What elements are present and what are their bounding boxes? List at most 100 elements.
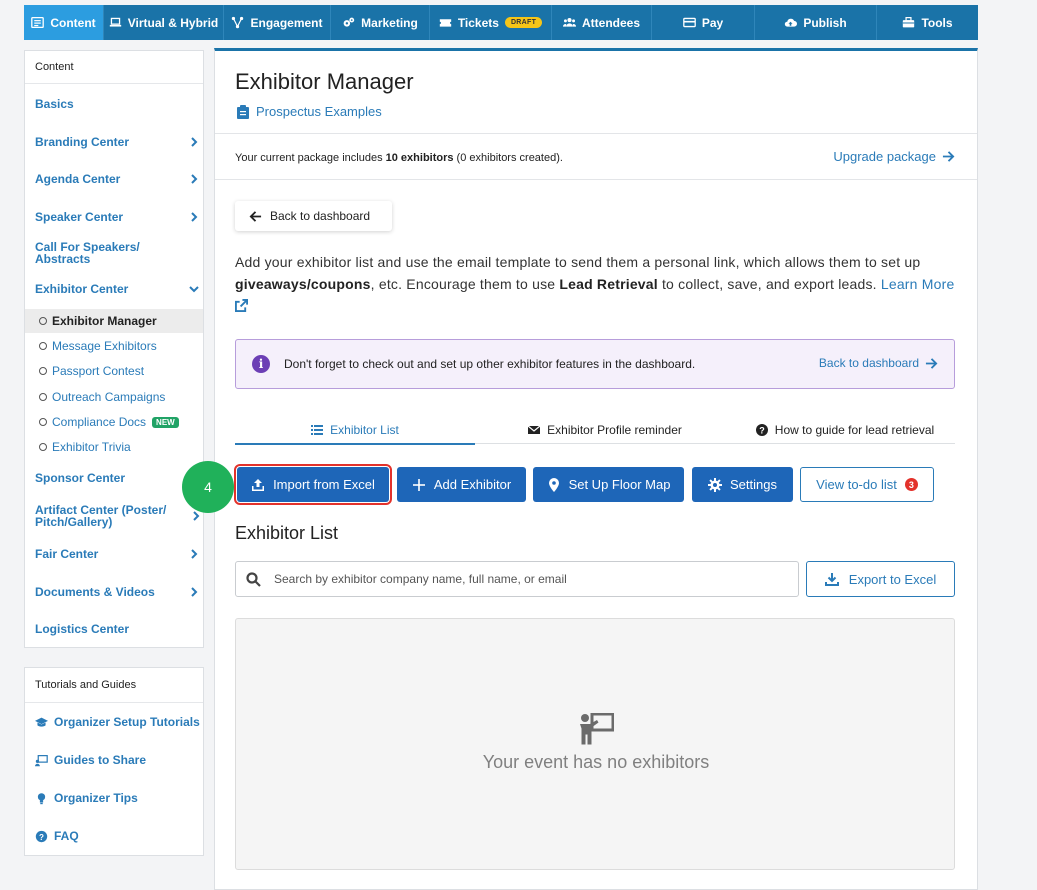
package-count: 10 exhibitors bbox=[385, 152, 454, 164]
nav-virtual-hybrid[interactable]: Virtual & Hybrid bbox=[104, 5, 224, 40]
tutorials-header: Tutorials and Guides bbox=[25, 668, 203, 703]
nav-tickets[interactable]: Tickets DRAFT bbox=[430, 5, 552, 40]
sidebar-item-label: Agenda Center bbox=[35, 172, 121, 186]
desc-text: , etc. Encourage them to use bbox=[370, 276, 560, 292]
presenter-board-icon bbox=[578, 712, 615, 745]
content-sidebar: Content Basics Branding Center Agenda Ce… bbox=[24, 50, 204, 648]
external-link-icon bbox=[235, 299, 248, 312]
export-to-excel-button[interactable]: Export to Excel bbox=[806, 561, 955, 597]
subitem-label: Passport Contest bbox=[52, 364, 145, 378]
chevron-right-icon bbox=[189, 212, 199, 222]
upgrade-package-link[interactable]: Upgrade package bbox=[833, 149, 955, 164]
sidebar-subitem-outreach-campaigns[interactable]: Outreach Campaigns bbox=[25, 385, 203, 409]
back-to-dashboard-button[interactable]: Back to dashboard bbox=[235, 201, 392, 231]
nav-label: Engagement bbox=[250, 15, 323, 30]
nav-engagement[interactable]: Engagement bbox=[224, 5, 331, 40]
chevron-right-icon bbox=[191, 511, 201, 521]
nav-label: Attendees bbox=[581, 15, 640, 30]
nav-label: Publish bbox=[803, 15, 847, 30]
nav-content[interactable]: Content bbox=[24, 5, 104, 40]
sidebar-subitem-passport-contest[interactable]: Passport Contest bbox=[25, 359, 203, 383]
desc-text: to collect, save, and export leads. bbox=[657, 276, 881, 292]
settings-button[interactable]: Settings bbox=[692, 467, 793, 502]
empty-state-text: Your event has no exhibitors bbox=[482, 752, 710, 772]
sidebar-item-exhibitor-center[interactable]: Exhibitor Center bbox=[35, 283, 203, 295]
plus-icon bbox=[412, 478, 425, 491]
upgrade-label: Upgrade package bbox=[833, 149, 936, 164]
nav-label: Marketing bbox=[361, 15, 418, 30]
nav-attendees[interactable]: Attendees bbox=[552, 5, 652, 40]
envelope-icon bbox=[528, 425, 541, 434]
new-badge: NEW bbox=[152, 416, 179, 428]
nav-pay[interactable]: Pay bbox=[652, 5, 755, 40]
subitem-label: Message Exhibitors bbox=[52, 339, 157, 353]
nav-label: Content bbox=[50, 15, 96, 30]
main-panel: Exhibitor Manager Prospectus Examples Yo… bbox=[182, 48, 978, 890]
search-icon bbox=[246, 572, 261, 587]
sidebar-item-agenda-center[interactable]: Agenda Center bbox=[35, 173, 203, 185]
sidebar-item-branding-center[interactable]: Branding Center bbox=[35, 136, 203, 148]
sidebar-item-logistics-center[interactable]: Logistics Center bbox=[35, 623, 203, 635]
sidebar-item-sponsor-center[interactable]: Sponsor Center bbox=[35, 472, 203, 484]
nav-label: Tickets bbox=[457, 15, 499, 30]
info-link-label: Back to dashboard bbox=[818, 356, 919, 370]
sidebar-item-basics[interactable]: Basics bbox=[35, 98, 203, 110]
credit-card-icon bbox=[682, 17, 696, 28]
sidebar-item-label: Fair Center bbox=[35, 547, 99, 561]
sidebar-item-artifact-center[interactable]: Artifact Center (Poster/ Pitch/Gallery) bbox=[35, 504, 200, 528]
todo-count-badge: 3 bbox=[904, 478, 918, 491]
nav-label: Tools bbox=[921, 15, 953, 30]
sidebar-item-fair-center[interactable]: Fair Center bbox=[35, 548, 203, 560]
sidebar-item-label: Documents & Videos bbox=[35, 585, 155, 599]
sidebar-item-speaker-center[interactable]: Speaker Center bbox=[35, 211, 203, 223]
package-info: Your current package includes 10 exhibit… bbox=[235, 152, 563, 164]
sidebar-item-label: Logistics Center bbox=[35, 622, 130, 636]
download-icon bbox=[824, 573, 839, 586]
set-up-floor-map-button[interactable]: Set Up Floor Map bbox=[533, 467, 684, 502]
gear-icon bbox=[708, 477, 722, 492]
bullet-circle-icon bbox=[39, 418, 47, 426]
tab-exhibitor-profile-reminder[interactable]: Exhibitor Profile reminder bbox=[475, 416, 735, 444]
bullet-circle-icon bbox=[39, 367, 47, 375]
subitem-label: Exhibitor Manager bbox=[52, 314, 157, 328]
exhibitor-list-heading: Exhibitor List bbox=[235, 523, 339, 543]
prospectus-examples-link[interactable]: Prospectus Examples bbox=[237, 104, 382, 119]
tutorials-panel: Tutorials and Guides Organizer Setup Tut… bbox=[24, 667, 204, 856]
add-exhibitor-button[interactable]: Add Exhibitor bbox=[397, 467, 526, 502]
tutorial-label: Organizer Tips bbox=[54, 791, 138, 805]
sidebar-subitem-exhibitor-manager[interactable]: Exhibitor Manager bbox=[25, 309, 203, 333]
nav-label: Pay bbox=[701, 15, 724, 30]
tutorial-organizer-setup[interactable]: Organizer Setup Tutorials bbox=[35, 715, 203, 729]
import-from-excel-button[interactable]: Import from Excel bbox=[234, 464, 392, 505]
network-icon bbox=[232, 16, 244, 29]
cloud-upload-icon bbox=[785, 18, 798, 27]
info-back-to-dashboard-link[interactable]: Back to dashboard bbox=[819, 356, 938, 370]
tab-exhibitor-list[interactable]: Exhibitor List bbox=[235, 416, 475, 445]
button-label: View to-do list bbox=[816, 477, 897, 492]
sidebar-subitem-exhibitor-trivia[interactable]: Exhibitor Trivia bbox=[25, 435, 203, 459]
tutorial-guides-to-share[interactable]: Guides to Share bbox=[35, 753, 203, 767]
chevron-down-icon bbox=[189, 284, 199, 294]
view-to-do-list-button[interactable]: View to-do list 3 bbox=[800, 467, 934, 502]
nav-tools[interactable]: Tools bbox=[877, 5, 978, 40]
tutorial-faq[interactable]: ? FAQ bbox=[35, 829, 203, 843]
sidebar-item-call-for-speakers[interactable]: Call For Speakers/ Abstracts bbox=[35, 241, 155, 265]
sidebar-subitem-message-exhibitors[interactable]: Message Exhibitors bbox=[25, 334, 203, 358]
question-circle-icon: ? bbox=[35, 830, 48, 842]
sidebar-item-documents-videos[interactable]: Documents & Videos bbox=[35, 586, 203, 598]
share-screen-icon bbox=[35, 754, 48, 766]
sidebar-subitem-compliance-docs[interactable]: Compliance Docs NEW bbox=[25, 410, 203, 434]
tab-label: Exhibitor Profile reminder bbox=[547, 423, 682, 437]
tutorial-organizer-tips[interactable]: Organizer Tips bbox=[35, 791, 203, 805]
nav-marketing[interactable]: Marketing bbox=[331, 5, 430, 40]
laptop-icon bbox=[109, 17, 121, 27]
graduation-cap-icon bbox=[35, 717, 48, 727]
tab-lead-retrieval-guide[interactable]: ? How to guide for lead retrieval bbox=[735, 416, 955, 444]
prospectus-label: Prospectus Examples bbox=[256, 104, 382, 119]
nav-publish[interactable]: Publish bbox=[755, 5, 877, 40]
desc-bold: giveaways/coupons bbox=[235, 276, 371, 292]
nav-label: Virtual & Hybrid bbox=[127, 15, 219, 30]
search-input[interactable] bbox=[274, 562, 774, 596]
back-label: Back to dashboard bbox=[270, 209, 371, 223]
ticket-icon bbox=[439, 19, 451, 27]
